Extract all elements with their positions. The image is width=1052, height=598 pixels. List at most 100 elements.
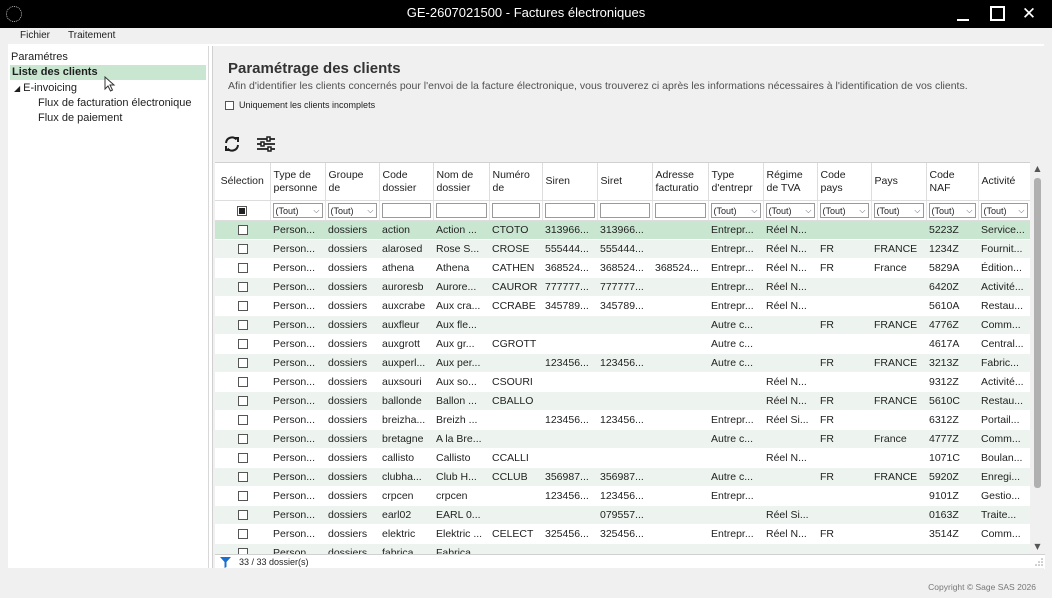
table-row[interactable]: Person... dossiers auxsouri Aux so... CSOURI… <box>215 372 1030 392</box>
menu-traitement[interactable]: Traitement <box>68 30 115 41</box>
filter-dropdown[interactable]: (Tout) ⌵ <box>819 203 869 218</box>
filter-dropdown[interactable]: (Tout) ⌵ <box>327 203 377 218</box>
table-row[interactable]: Person... dossiers crpcen crpcen 123456... 12… <box>215 486 1030 506</box>
table-row[interactable]: Person... dossiers ballonde Ballon ... CBALL… <box>215 391 1030 411</box>
tree-item-flux-paiement[interactable]: Flux de paiement <box>38 111 122 126</box>
chevron-down-icon[interactable]: ⌵ <box>367 204 373 217</box>
table-row[interactable]: Person... dossiers breizha... Breizh ... 123… <box>215 410 1030 430</box>
row-select-cell[interactable] <box>215 372 270 392</box>
row-select-cell[interactable] <box>215 239 270 259</box>
row-select-checkbox[interactable] <box>237 491 248 502</box>
filter-input[interactable] <box>435 203 487 218</box>
column-header-pays[interactable]: Pays <box>871 163 927 201</box>
tree-item-parametres[interactable]: Paramétres <box>11 50 68 65</box>
column-header-regime[interactable]: Régime de TVA <box>763 163 818 201</box>
table-row[interactable]: Person... dossiers auxgrott Aux gr... CGROTT… <box>215 334 1030 354</box>
chevron-down-icon[interactable]: ⌵ <box>1018 204 1024 217</box>
table-row[interactable]: Person... dossiers bretagne A la Bre... Autr… <box>215 429 1030 449</box>
row-select-checkbox[interactable] <box>237 225 248 236</box>
table-row[interactable]: Person... dossiers auxcrabe Aux cra... CCRAB… <box>215 296 1030 316</box>
row-select-cell[interactable] <box>215 467 270 487</box>
row-select-cell[interactable] <box>215 277 270 297</box>
row-select-checkbox[interactable] <box>237 282 248 293</box>
column-header-numero[interactable]: Numéro de <box>489 163 543 201</box>
row-select-checkbox[interactable] <box>237 263 248 274</box>
incomplete-clients-checkbox[interactable] <box>225 101 234 111</box>
row-select-cell[interactable] <box>215 220 270 240</box>
refresh-icon[interactable] <box>221 134 243 154</box>
row-select-cell[interactable] <box>215 524 270 544</box>
filter-settings-icon[interactable] <box>255 134 277 154</box>
table-row[interactable]: Person... dossiers earl02 EARL 0... 079557..… <box>215 505 1030 525</box>
filter-dropdown[interactable]: (Tout) ⌵ <box>765 203 815 218</box>
row-select-checkbox[interactable] <box>237 358 248 369</box>
row-select-checkbox[interactable] <box>237 301 248 312</box>
column-header-code-naf[interactable]: Code NAF <box>926 163 979 201</box>
row-select-cell[interactable] <box>215 391 270 411</box>
row-select-checkbox[interactable] <box>237 339 248 350</box>
table-row[interactable]: Person... dossiers callisto Callisto CCALLI R… <box>215 448 1030 468</box>
tree-item-e-invoicing[interactable]: ◢ E-invoicing <box>14 81 77 96</box>
table-row[interactable]: Person... dossiers auroresb Aurore... CAUROR… <box>215 277 1030 297</box>
row-select-cell[interactable] <box>215 410 270 430</box>
tree-item-flux-facturation[interactable]: Flux de facturation électronique <box>38 96 191 111</box>
grid-vertical-scrollbar[interactable]: ▲ ▼ <box>1030 162 1045 554</box>
filter-dropdown[interactable]: (Tout) ⌵ <box>928 203 976 218</box>
filter-dropdown[interactable]: (Tout) ⌵ <box>272 203 323 218</box>
maximize-button[interactable] <box>982 0 1012 28</box>
column-header-code-dossier[interactable]: Code dossier <box>379 163 434 201</box>
column-header-type-entrep[interactable]: Type d'entrepr <box>708 163 764 201</box>
scroll-up-icon[interactable]: ▲ <box>1030 162 1045 176</box>
menu-fichier[interactable]: Fichier <box>20 30 50 41</box>
table-row[interactable]: Person... dossiers alarosed Rose S... CROSE 5… <box>215 239 1030 259</box>
scroll-down-icon[interactable]: ▼ <box>1030 540 1045 554</box>
column-header-groupe[interactable]: Groupe de <box>325 163 380 201</box>
resize-grip-icon[interactable] <box>1035 558 1043 566</box>
column-header-type-personne[interactable]: Type de personne <box>270 163 326 201</box>
table-row[interactable]: Person... dossiers auxperl... Aux per... 123… <box>215 353 1030 373</box>
filter-input[interactable] <box>654 203 706 218</box>
table-row[interactable]: Person... dossiers elektric Elektric ... CEL… <box>215 524 1030 544</box>
row-select-checkbox[interactable] <box>237 320 248 331</box>
filter-dropdown[interactable]: (Tout) ⌵ <box>710 203 761 218</box>
chevron-down-icon[interactable]: ⌵ <box>859 204 865 217</box>
chevron-down-icon[interactable]: ⌵ <box>966 204 972 217</box>
row-select-cell[interactable] <box>215 448 270 468</box>
chevron-down-icon[interactable]: ⌵ <box>805 204 811 217</box>
row-select-cell[interactable] <box>215 296 270 316</box>
close-button[interactable]: ✕ <box>1014 0 1044 28</box>
row-select-checkbox[interactable] <box>237 510 248 521</box>
incomplete-clients-toggle[interactable]: Uniquement les clients incomplets <box>225 100 375 114</box>
row-select-checkbox[interactable] <box>237 415 248 426</box>
table-row[interactable]: Person... dossiers auxfleur Aux fle... Autre… <box>215 315 1030 335</box>
row-select-cell[interactable] <box>215 258 270 278</box>
chevron-down-icon[interactable]: ⌵ <box>313 204 319 217</box>
row-select-cell[interactable] <box>215 505 270 525</box>
column-header-sel[interactable]: Sélection <box>215 163 271 201</box>
row-select-cell[interactable] <box>215 334 270 354</box>
chevron-down-icon[interactable]: ⌵ <box>914 204 920 217</box>
filter-dropdown[interactable]: (Tout) ⌵ <box>873 203 924 218</box>
row-select-checkbox[interactable] <box>237 472 248 483</box>
filter-input[interactable] <box>491 203 540 218</box>
select-all-checkbox[interactable] <box>237 205 248 216</box>
filter-input[interactable] <box>544 203 595 218</box>
column-header-nom-dossier[interactable]: Nom de dossier <box>433 163 490 201</box>
row-select-cell[interactable] <box>215 429 270 449</box>
row-select-checkbox[interactable] <box>237 377 248 388</box>
row-select-cell[interactable] <box>215 353 270 373</box>
filter-input[interactable] <box>381 203 431 218</box>
row-select-checkbox[interactable] <box>237 244 248 255</box>
table-row[interactable]: Person... dossiers action Action ... CTOTO 31… <box>215 220 1030 240</box>
expand-arrow-icon[interactable]: ◢ <box>14 84 20 93</box>
row-select-cell[interactable] <box>215 486 270 506</box>
column-header-siren[interactable]: Siren <box>542 163 598 201</box>
column-header-adresse[interactable]: Adresse facturatio <box>652 163 709 201</box>
chevron-down-icon[interactable]: ⌵ <box>751 204 757 217</box>
table-row[interactable]: Person... dossiers athena Athena CATHEN 36852… <box>215 258 1030 278</box>
filter-input[interactable] <box>599 203 650 218</box>
table-row[interactable]: Person... dossiers clubha... Club H... CCLUB… <box>215 467 1030 487</box>
row-select-checkbox[interactable] <box>237 396 248 407</box>
minimize-button[interactable] <box>948 0 978 28</box>
scrollbar-thumb[interactable] <box>1034 178 1041 488</box>
